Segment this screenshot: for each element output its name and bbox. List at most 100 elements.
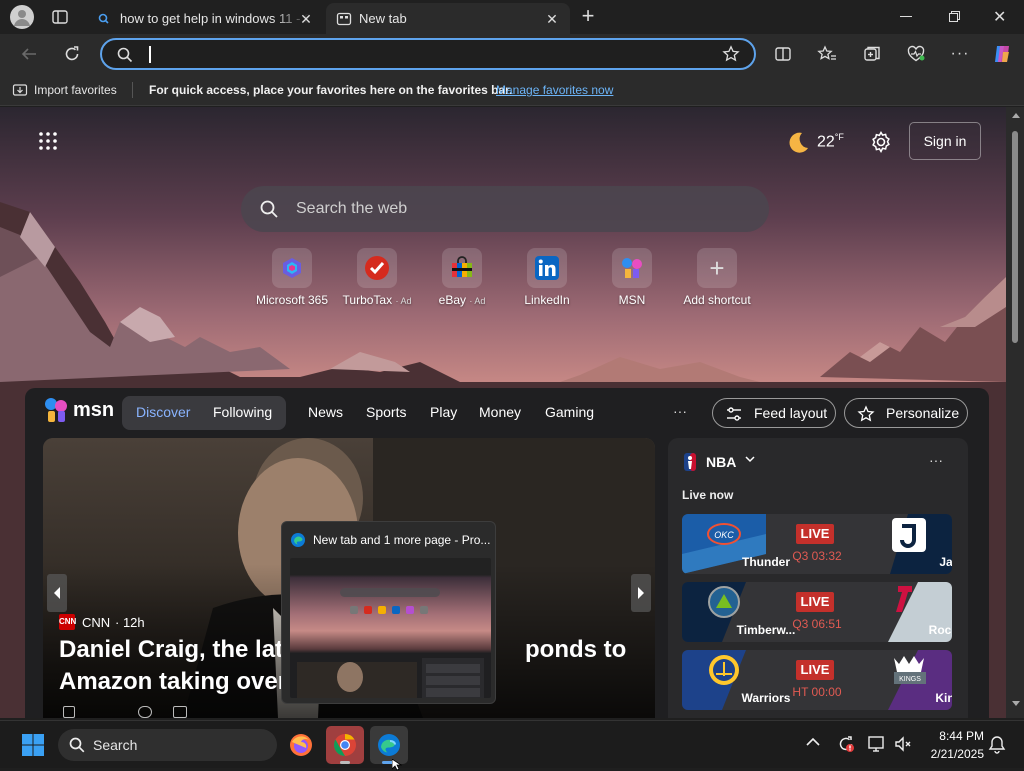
start-windows-icon[interactable] — [14, 726, 52, 764]
temperature-value: 22 — [817, 133, 835, 151]
network-icon[interactable] — [867, 734, 887, 754]
turbotax-icon — [357, 248, 397, 288]
cnn-logo-icon: CNN — [59, 614, 76, 630]
show-hidden-icons-chevron-icon[interactable] — [806, 737, 820, 747]
profile-avatar[interactable] — [10, 5, 34, 29]
edge-icon[interactable] — [370, 726, 408, 764]
browser-essentials-icon[interactable] — [901, 39, 931, 69]
shortcut-ebay[interactable]: eBay · Ad — [418, 248, 506, 307]
import-favorites-button[interactable]: Import favorites — [34, 83, 117, 97]
shortcut-label: eBay — [438, 293, 466, 307]
mouse-cursor-icon — [392, 759, 402, 771]
address-bar[interactable] — [100, 38, 756, 70]
tab-discover[interactable]: Discover — [136, 404, 190, 420]
moon-weather-icon[interactable] — [785, 129, 811, 155]
shortcut-turbotax[interactable]: TurboTax · Ad — [333, 248, 421, 307]
favorites-bar-message: For quick access, place your favorites h… — [149, 83, 513, 97]
nav-play[interactable]: Play — [430, 404, 457, 420]
shortcut-add[interactable]: + Add shortcut — [673, 248, 761, 307]
restore-icon[interactable] — [949, 11, 960, 22]
search-icon — [259, 199, 279, 219]
speaker-muted-icon[interactable] — [893, 734, 913, 754]
story-headline-line1: Daniel Craig, the late — [59, 636, 297, 663]
thumb-hero — [297, 662, 417, 698]
tab-title: New tab — [359, 11, 407, 26]
like-icon[interactable] — [63, 706, 75, 718]
scroll-thumb[interactable] — [1012, 131, 1018, 343]
chrome-icon[interactable] — [326, 726, 364, 764]
edge-small-icon — [290, 532, 306, 548]
page-scrollbar[interactable] — [1006, 107, 1024, 718]
sync-alert-icon[interactable] — [836, 734, 856, 754]
nba-more-icon[interactable]: ··· — [929, 452, 943, 468]
copilot-icon[interactable] — [987, 39, 1017, 69]
clock-date[interactable]: 2/21/2025 — [920, 747, 984, 761]
collections-icon[interactable] — [857, 39, 887, 69]
close-window-icon[interactable]: ✕ — [993, 7, 1006, 27]
scroll-up-icon[interactable] — [1012, 112, 1020, 118]
shortcut-msn[interactable]: MSN — [588, 248, 676, 307]
chevron-down-icon[interactable] — [744, 453, 756, 465]
team-away: KINGS Kings — [868, 650, 952, 710]
nav-sports[interactable]: Sports — [366, 404, 406, 420]
tab-close-icon[interactable]: ✕ — [296, 9, 316, 29]
preview-title: New tab and 1 more page - Pro... — [313, 533, 491, 547]
favorites-icon[interactable] — [812, 39, 842, 69]
share-icon[interactable] — [173, 706, 187, 718]
game-row[interactable]: Warriors LIVE HT 00:00 KINGS Kings — [682, 650, 952, 710]
linkedin-icon — [527, 248, 567, 288]
minimize-icon[interactable] — [900, 16, 912, 17]
nav-money[interactable]: Money — [479, 404, 521, 420]
refresh-icon[interactable] — [57, 39, 87, 69]
favorites-bar: Import favorites For quick access, place… — [0, 74, 1024, 106]
game-row[interactable]: OKC Thunder LIVE Q3 03:32 Jazz — [682, 514, 952, 574]
text-caret — [149, 46, 151, 63]
apps-grid-icon[interactable] — [38, 131, 58, 151]
new-tab-icon[interactable]: + — [577, 5, 599, 28]
story-headline-line2: Amazon taking over — [59, 668, 288, 695]
back-icon[interactable] — [14, 39, 44, 69]
scroll-down-icon[interactable] — [1012, 701, 1020, 707]
weather-temp[interactable]: 22°F — [817, 132, 844, 151]
sign-in-button[interactable]: Sign in — [909, 122, 981, 160]
microsoft-365-icon — [272, 248, 312, 288]
live-now-label: Live now — [682, 488, 734, 502]
feed-tab-group: Discover Following — [122, 396, 286, 430]
team-name: Kings — [935, 691, 952, 705]
comment-icon[interactable] — [138, 706, 152, 718]
team-home: OKC Thunder — [682, 514, 790, 574]
tab-new-tab[interactable]: New tab ✕ — [326, 3, 570, 34]
more-nav-icon[interactable]: ··· — [673, 403, 687, 419]
tab-close-icon[interactable]: ✕ — [542, 9, 562, 29]
split-screen-icon[interactable] — [768, 39, 798, 69]
firefox-icon[interactable] — [282, 726, 320, 764]
settings-more-icon[interactable]: ··· — [945, 39, 975, 69]
manage-favorites-link[interactable]: Manage favorites now — [496, 83, 613, 97]
personalize-button[interactable]: Personalize — [844, 398, 968, 428]
game-row[interactable]: Timberw... LIVE Q3 06:51 Rockets — [682, 582, 952, 642]
search-favicon-icon — [96, 11, 112, 27]
vertical-tabs-icon[interactable] — [50, 7, 70, 27]
nav-gaming[interactable]: Gaming — [545, 404, 594, 420]
settings-gear-icon[interactable] — [869, 130, 893, 154]
address-input[interactable] — [148, 44, 708, 64]
feed-layout-button[interactable]: Feed layout — [712, 398, 836, 428]
web-search-box[interactable]: Search the web — [241, 186, 769, 232]
carousel-prev-icon[interactable] — [47, 574, 67, 612]
nav-news[interactable]: News — [308, 404, 343, 420]
taskbar-preview-popup[interactable]: New tab and 1 more page - Pro... — [281, 521, 496, 704]
tab-following[interactable]: Following — [213, 404, 272, 420]
shortcut-microsoft-365[interactable]: Microsoft 365 — [248, 248, 336, 307]
nba-title[interactable]: NBA — [706, 454, 736, 470]
ebay-icon — [442, 248, 482, 288]
svg-text:OKC: OKC — [714, 530, 734, 540]
tab-help[interactable]: how to get help in windows 11 - S ✕ — [86, 3, 324, 34]
taskbar-search-box[interactable]: Search — [58, 729, 277, 761]
shortcut-linkedin[interactable]: LinkedIn — [503, 248, 591, 307]
clock-time[interactable]: 8:44 PM — [934, 729, 984, 743]
msn-logo-text: msn — [73, 399, 115, 421]
notifications-bell-icon[interactable] — [988, 735, 1006, 755]
favorite-star-icon[interactable] — [722, 45, 740, 63]
carousel-next-icon[interactable] — [631, 574, 651, 612]
story-age: · 12h — [115, 615, 145, 630]
